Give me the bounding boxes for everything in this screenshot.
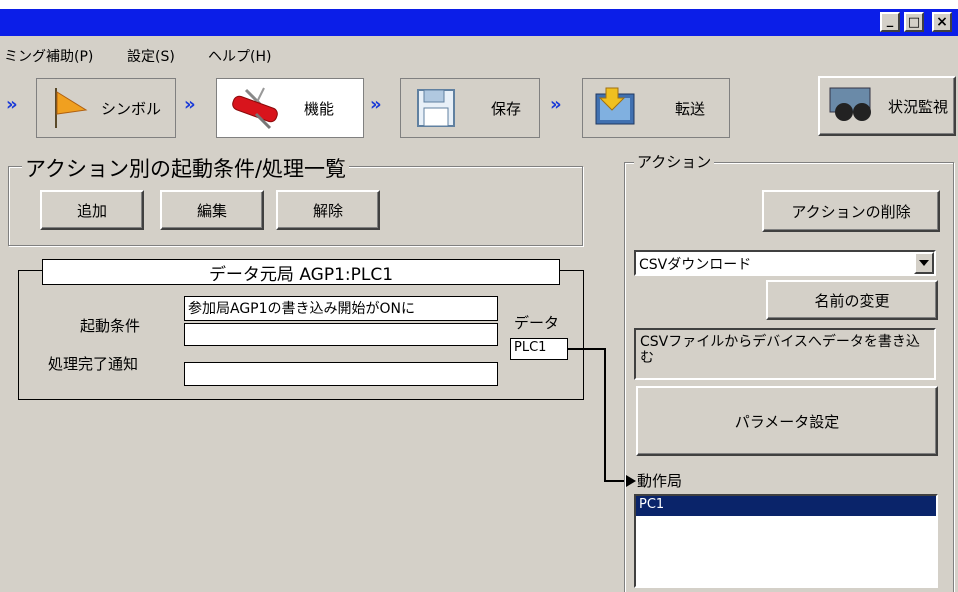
- chevron-down-icon: [919, 260, 929, 266]
- connector-line: [568, 348, 606, 350]
- delete-action-label: アクションの削除: [791, 202, 911, 221]
- operation-station-list[interactable]: PC1: [634, 494, 938, 588]
- action-list-title: アクション別の起動条件/処理一覧: [22, 153, 350, 183]
- add-button-label: 追加: [76, 201, 107, 220]
- binoculars-icon: [829, 87, 871, 121]
- trigger-field[interactable]: 参加局AGP1の書き込み開始がONに: [184, 296, 498, 321]
- transfer-step-label: 転送: [675, 100, 706, 118]
- swiss-knife-icon: [232, 87, 278, 130]
- chevron-right-icon: »: [550, 94, 562, 115]
- save-step-label: 保存: [491, 100, 522, 118]
- edit-button[interactable]: 編集: [160, 190, 264, 230]
- action-description: CSVファイルからデバイスへデータを書き込む: [634, 328, 936, 380]
- trigger-label: 起動条件: [80, 317, 141, 335]
- parameter-settings-button[interactable]: パラメータ設定: [636, 386, 938, 456]
- menu-settings[interactable]: 設定(S): [127, 46, 175, 66]
- title-bar-fill: [0, 9, 958, 36]
- list-item[interactable]: PC1: [636, 496, 936, 516]
- trigger-field-2[interactable]: [184, 323, 498, 346]
- close-button[interactable]: ×: [932, 12, 952, 32]
- edit-button-label: 編集: [196, 201, 227, 220]
- flag-icon: [55, 88, 88, 128]
- status-monitor-label: 状況監視: [887, 97, 948, 116]
- connector-line: [604, 348, 606, 482]
- action-select-value: CSVダウンロード: [639, 257, 752, 273]
- symbol-step-label: シンボル: [101, 100, 162, 118]
- title-bar: _ □ ×: [0, 0, 958, 36]
- completion-label: 処理完了通知: [48, 355, 139, 373]
- remove-button[interactable]: 解除: [276, 190, 380, 230]
- dropdown-button[interactable]: [914, 252, 934, 274]
- menu-help[interactable]: ヘルプ(H): [208, 46, 271, 66]
- maximize-button[interactable]: □: [904, 12, 924, 32]
- rename-label: 名前の変更: [814, 291, 890, 310]
- function-step-label: 機能: [304, 100, 335, 118]
- delete-action-button[interactable]: アクションの削除: [762, 190, 940, 232]
- source-station-header: データ元局 AGP1:PLC1: [42, 259, 560, 285]
- action-select[interactable]: CSVダウンロード: [634, 250, 936, 276]
- operation-station-label: 動作局: [637, 472, 683, 490]
- add-button[interactable]: 追加: [40, 190, 144, 230]
- close-icon: ×: [936, 14, 948, 30]
- chevron-right-icon: »: [6, 94, 18, 115]
- chevron-right-icon: »: [370, 94, 382, 115]
- data-label: データ: [514, 314, 560, 332]
- minimize-icon: _: [886, 12, 894, 28]
- minimize-button[interactable]: _: [880, 12, 900, 32]
- menu-programming-assist[interactable]: ミング補助(P): [4, 46, 93, 66]
- maximize-icon: □: [907, 14, 921, 30]
- transfer-icon: [595, 87, 635, 125]
- completion-field[interactable]: [184, 362, 498, 386]
- rename-button[interactable]: 名前の変更: [766, 280, 938, 320]
- chevron-right-icon: »: [184, 94, 196, 115]
- remove-button-label: 解除: [312, 201, 343, 220]
- parameter-settings-label: パラメータ設定: [734, 412, 840, 431]
- floppy-disk-icon: [417, 89, 455, 127]
- data-station-box[interactable]: PLC1: [510, 338, 568, 360]
- action-panel-title: アクション: [634, 151, 715, 172]
